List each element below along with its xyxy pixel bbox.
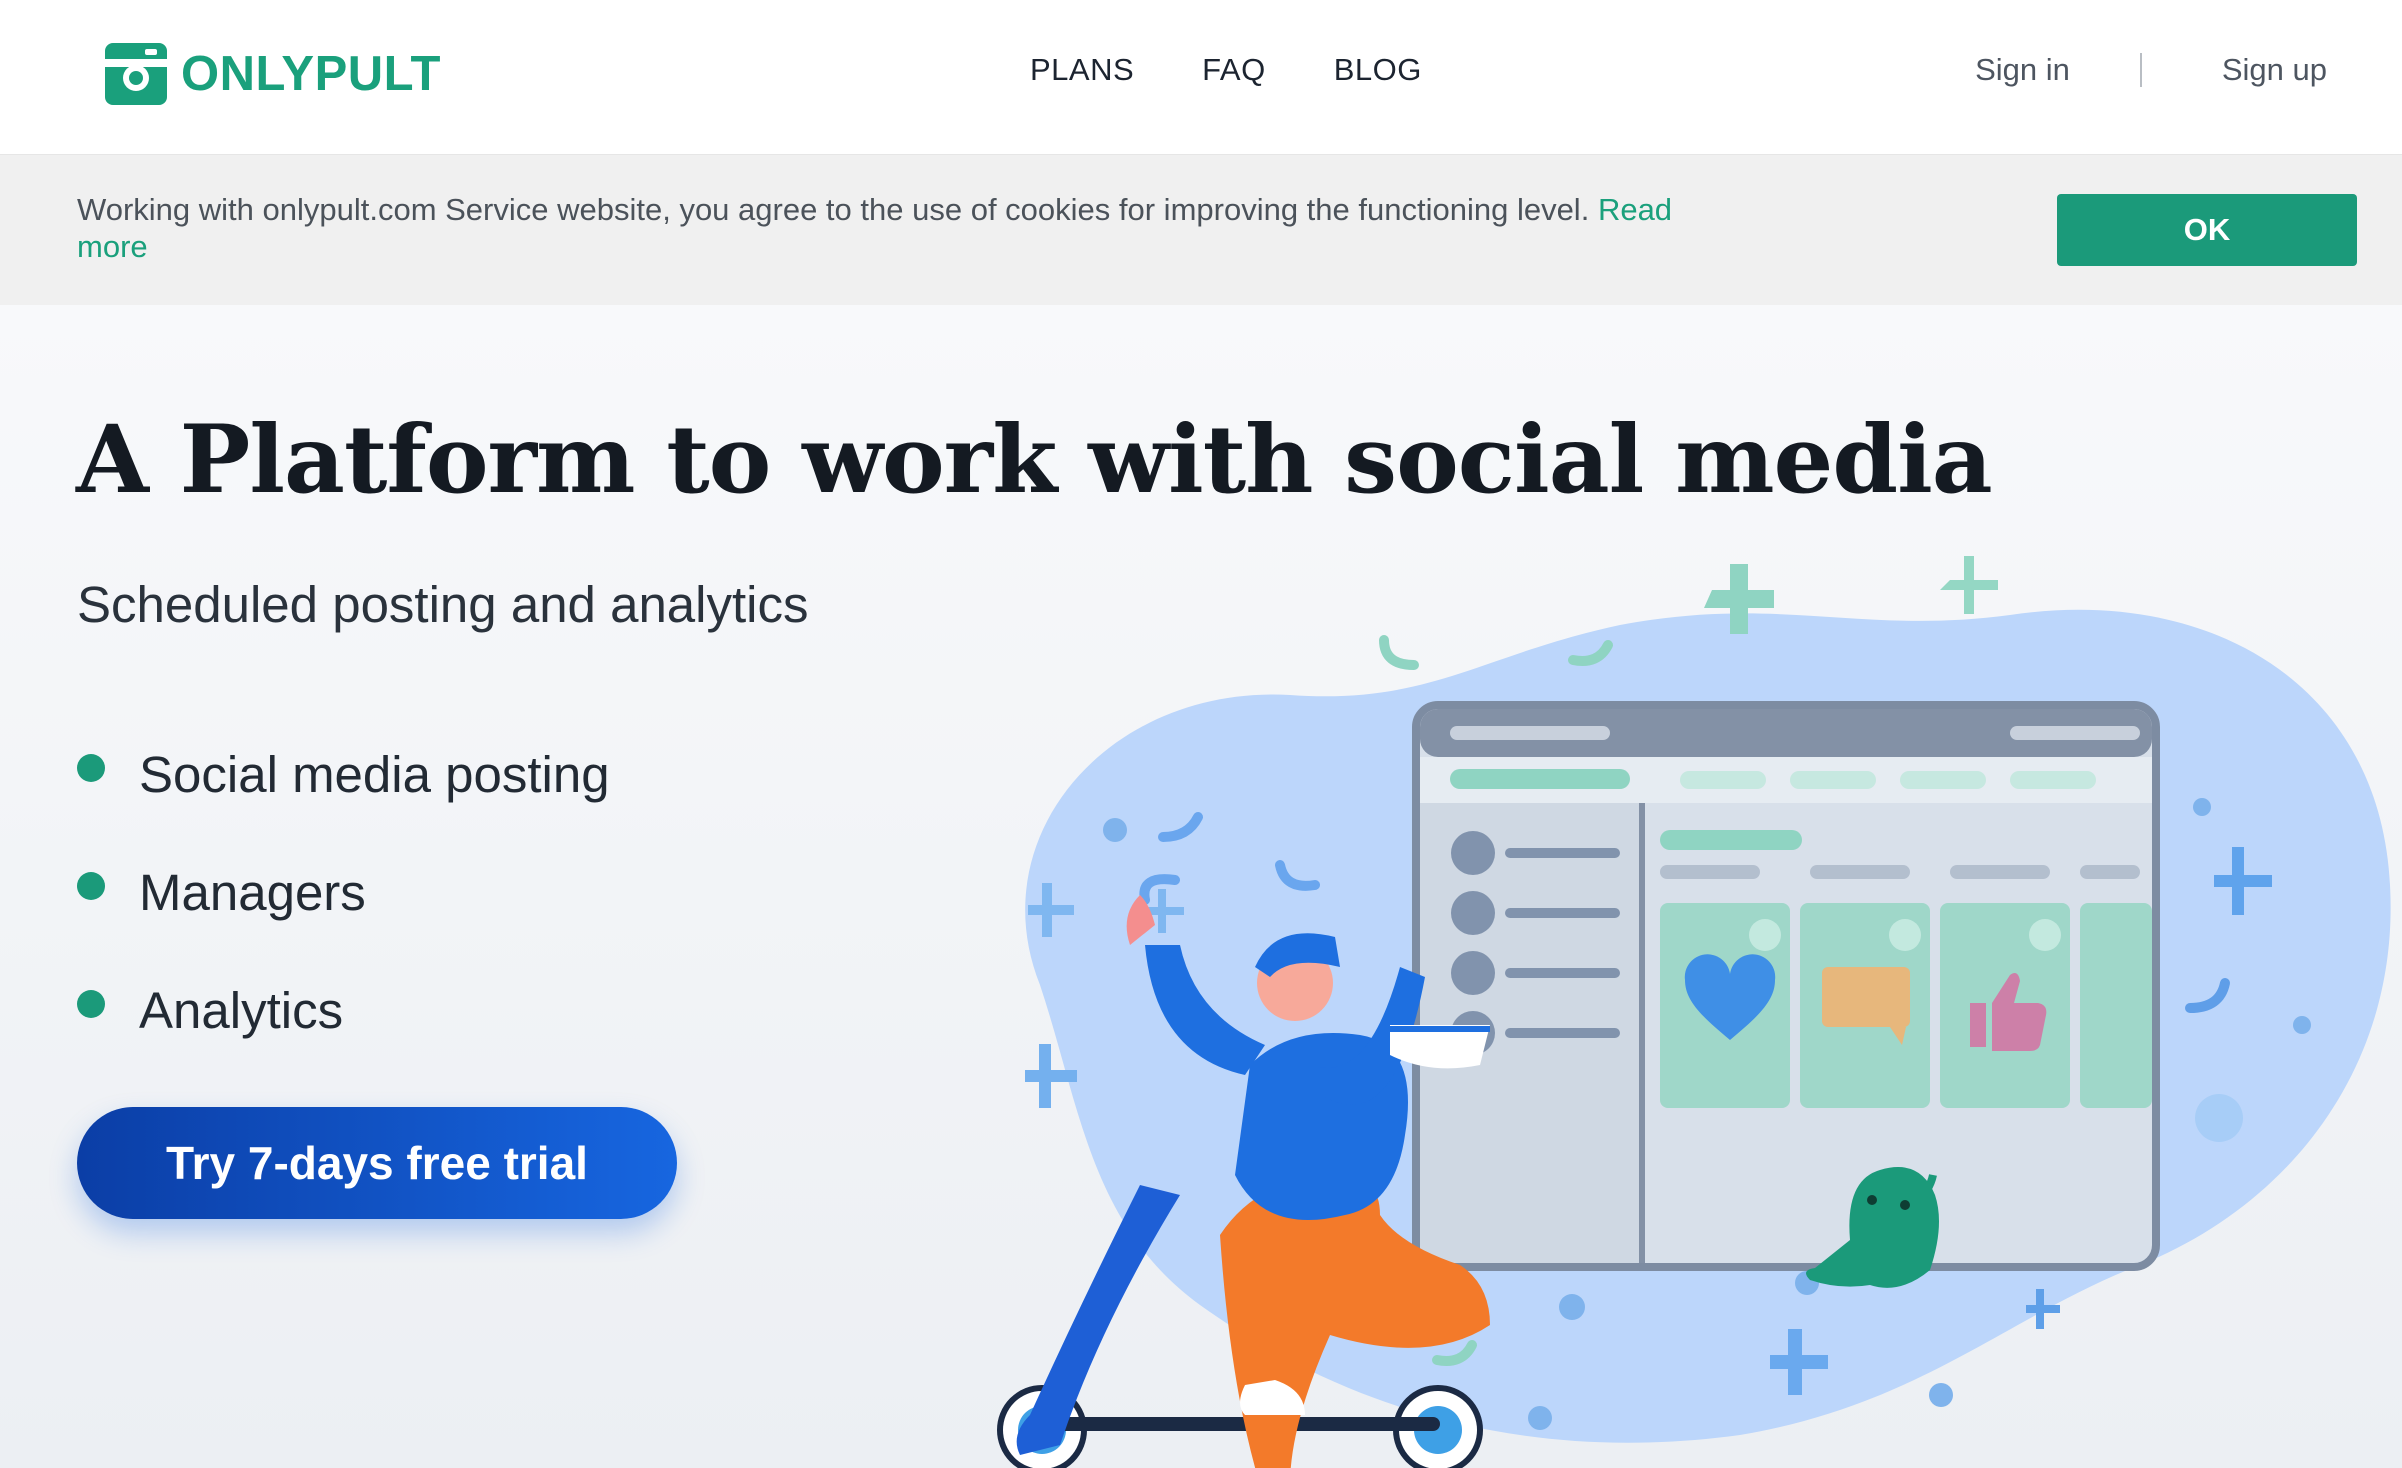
feature-label: Managers [139,863,366,921]
hero-title: A Platform to work with social media [76,405,1993,515]
bullet-dot-icon [77,872,105,900]
chat-icon [1822,967,1910,1027]
hero-illustration [997,556,2391,1468]
feature-label: Social media posting [139,745,610,803]
auth-links: Sign in Sign up [1975,52,2327,88]
cookie-message: Working with onlypult.com Service websit… [77,191,1727,265]
main-nav: PLANS FAQ BLOG [1030,52,1422,88]
feature-item: Analytics [77,951,610,1069]
feature-item: Managers [77,833,610,951]
sign-in-link[interactable]: Sign in [1975,52,2070,88]
camera-logo-icon [105,43,167,105]
cookie-ok-button[interactable]: OK [2057,194,2357,266]
free-trial-button[interactable]: Try 7-days free trial [77,1107,677,1219]
hero-subtitle: Scheduled posting and analytics [77,576,809,633]
bullet-dot-icon [77,754,105,782]
hero-section: A Platform to work with social media Sch… [0,305,2402,1468]
feature-item: Social media posting [77,715,610,833]
feature-label: Analytics [139,981,344,1039]
bullet-dot-icon [77,990,105,1018]
dashboard-window-icon [1412,701,2160,1271]
brand-logo[interactable]: ONLYPULT [105,42,441,106]
feature-list: Social media posting Managers Analytics [77,715,610,1069]
cookie-banner: Working with onlypult.com Service websit… [0,155,2402,305]
nav-item-blog[interactable]: BLOG [1334,52,1422,88]
sign-up-link[interactable]: Sign up [2222,52,2327,88]
nav-item-faq[interactable]: FAQ [1202,52,1266,88]
nav-item-plans[interactable]: PLANS [1030,52,1134,88]
site-header: ONLYPULT PLANS FAQ BLOG Sign in Sign up [0,0,2402,155]
auth-divider [2139,53,2142,87]
brand-name: ONLYPULT [181,47,441,101]
cookie-text: Working with onlypult.com Service websit… [77,192,1598,227]
